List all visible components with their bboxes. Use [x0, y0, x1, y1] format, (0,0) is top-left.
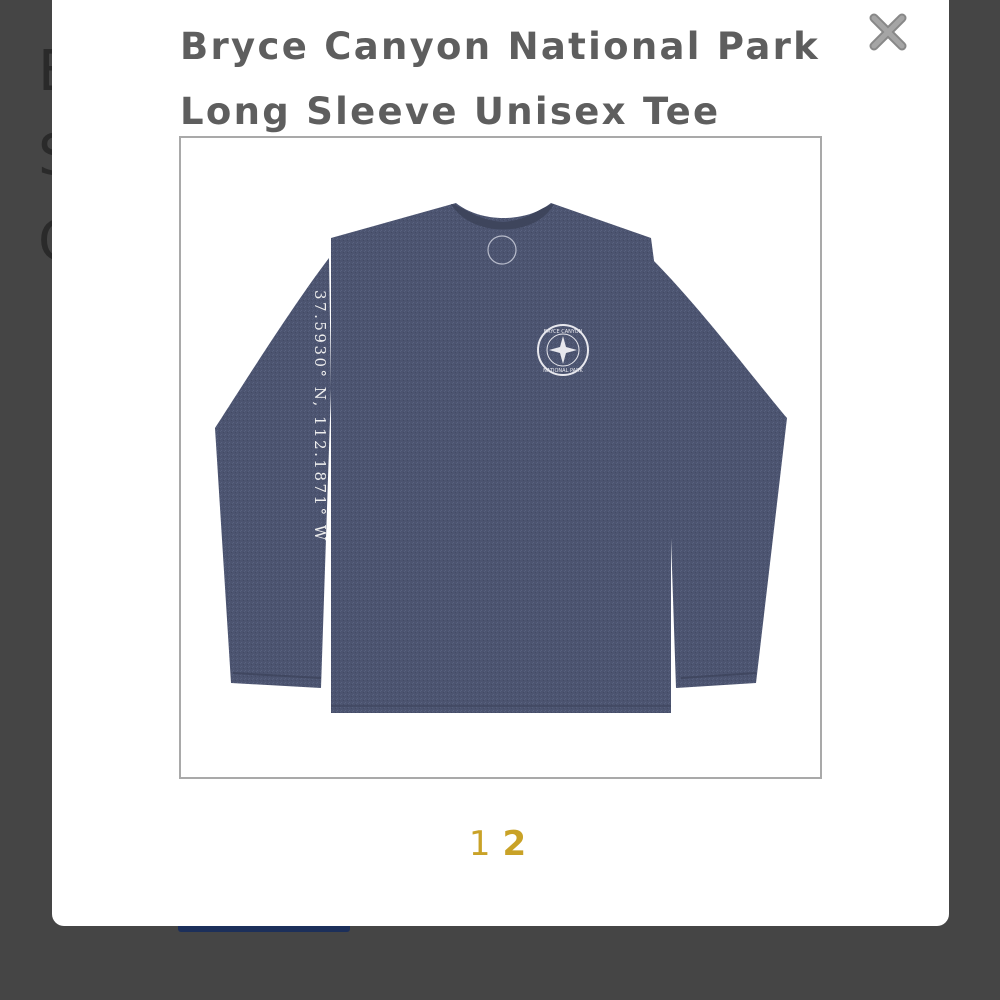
modal-title: Bryce Canyon National Park Long Sleeve U… [180, 25, 821, 133]
page-1-link[interactable]: 1 [469, 824, 491, 864]
image-lightbox-modal: Bryce Canyon National Park Long Sleeve U… [52, 0, 949, 926]
close-button[interactable] [864, 8, 912, 56]
close-icon [869, 13, 907, 51]
chest-logo-text-bottom: NATIONAL PARK [543, 368, 583, 374]
page-2-link[interactable]: 2 [502, 824, 526, 864]
chest-logo-text-top: BRYCE CANYON [544, 329, 583, 335]
sleeve-coordinates-text: 37.5930° N, 112.1871° W [311, 290, 329, 543]
image-pagination: 12 [52, 824, 949, 864]
shirt-right-sleeve [651, 258, 787, 688]
shirt-body [331, 203, 671, 713]
product-image: BRYCE CANYON NATIONAL PARK 37.5930° N, 1… [215, 203, 787, 713]
product-image-frame[interactable]: BRYCE CANYON NATIONAL PARK 37.5930° N, 1… [179, 136, 822, 779]
